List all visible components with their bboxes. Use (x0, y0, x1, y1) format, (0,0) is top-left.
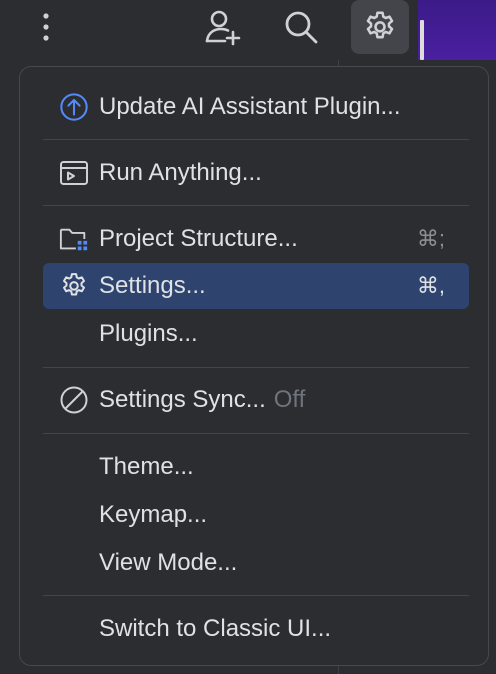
menu-separator (43, 205, 469, 206)
background-window-edge (418, 0, 496, 60)
main-toolbar (0, 0, 418, 56)
menu-separator (43, 433, 469, 434)
menu-item-label: Update AI Assistant Plugin... (99, 93, 401, 120)
gear-icon (362, 9, 398, 45)
more-vertical-icon (42, 12, 50, 42)
menu-separator (43, 139, 469, 140)
settings-popup-menu: Update AI Assistant Plugin... Run Anythi… (19, 66, 489, 666)
menu-item-label: Project Structure... (99, 225, 298, 252)
more-actions-button[interactable] (26, 0, 66, 54)
menu-item-plugins[interactable]: Plugins... (43, 311, 469, 357)
menu-item-view-mode[interactable]: View Mode... (43, 540, 469, 586)
menu-item-label: Plugins... (99, 320, 198, 347)
menu-separator (43, 595, 469, 596)
search-icon (282, 8, 320, 46)
add-user-icon (203, 8, 243, 46)
menu-item-theme[interactable]: Theme... (43, 444, 469, 490)
menu-item-switch-classic-ui[interactable]: Switch to Classic UI... (43, 606, 469, 652)
menu-item-label: View Mode... (99, 549, 238, 576)
menu-item-label: Switch to Classic UI... (99, 615, 332, 642)
menu-item-keymap[interactable]: Keymap... (43, 492, 469, 538)
menu-item-settings-sync[interactable]: Settings Sync... Off (43, 377, 469, 423)
upload-arrow-icon (59, 92, 89, 122)
keyboard-shortcut: ⌘, (416, 273, 445, 298)
sync-status: Off (273, 386, 306, 413)
add-user-button[interactable] (196, 0, 250, 54)
menu-item-update-ai-assistant[interactable]: Update AI Assistant Plugin... (43, 84, 469, 130)
project-structure-icon (59, 224, 89, 254)
search-button[interactable] (274, 0, 328, 54)
menu-item-settings[interactable]: Settings... ⌘, (43, 263, 469, 309)
menu-item-label: Settings Sync... Off (99, 386, 305, 414)
menu-item-label: Theme... (99, 453, 194, 480)
menu-item-run-anything[interactable]: Run Anything... (43, 150, 469, 196)
gear-icon (59, 271, 89, 301)
keyboard-shortcut: ⌘; (416, 226, 445, 251)
window-edge-marker (420, 20, 424, 60)
run-anything-icon (59, 158, 89, 188)
menu-item-label: Run Anything... (99, 159, 262, 186)
disabled-icon (59, 385, 89, 415)
menu-item-label: Keymap... (99, 501, 208, 528)
menu-item-text: Settings Sync... (99, 386, 266, 413)
ide-window: Update AI Assistant Plugin... Run Anythi… (0, 0, 496, 674)
menu-item-label: Settings... (99, 272, 206, 299)
menu-separator (43, 367, 469, 368)
menu-item-project-structure[interactable]: Project Structure... ⌘; (43, 216, 469, 262)
settings-button[interactable] (351, 0, 409, 54)
